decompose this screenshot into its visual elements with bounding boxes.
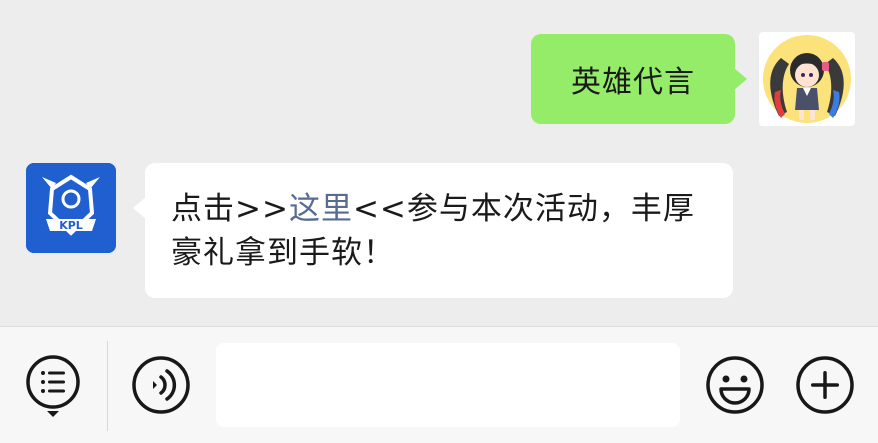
incoming-text-prefix: 点击>> [171, 191, 289, 227]
menu-button[interactable] [24, 353, 82, 417]
outgoing-message-text: 英雄代言 [571, 65, 695, 100]
svg-text:KPL: KPL [59, 219, 83, 232]
chat-area: 英雄代言 KPL 点击>>这里<<参与本次活动，丰厚豪礼拿到手软！ [0, 0, 878, 326]
kpl-logo-icon: KPL [26, 163, 116, 253]
voice-icon [132, 356, 190, 414]
chat-input-bar [0, 326, 878, 443]
incoming-message-bubble: 点击>>这里<<参与本次活动，丰厚豪礼拿到手软！ [133, 163, 733, 298]
menu-list-icon [26, 355, 80, 417]
user-avatar[interactable] [759, 32, 855, 126]
activity-link[interactable]: 这里 [289, 191, 353, 227]
toolbar-divider [107, 341, 108, 431]
plus-icon [796, 356, 854, 414]
voice-button[interactable] [131, 355, 191, 415]
kpl-avatar[interactable]: KPL [26, 163, 116, 253]
emoji-button[interactable] [705, 355, 765, 415]
emoji-icon [706, 356, 764, 414]
message-input[interactable] [216, 343, 680, 427]
more-button[interactable] [795, 355, 855, 415]
anime-girl-avatar-icon [763, 35, 851, 123]
outgoing-message-bubble[interactable]: 英雄代言 [531, 34, 747, 124]
